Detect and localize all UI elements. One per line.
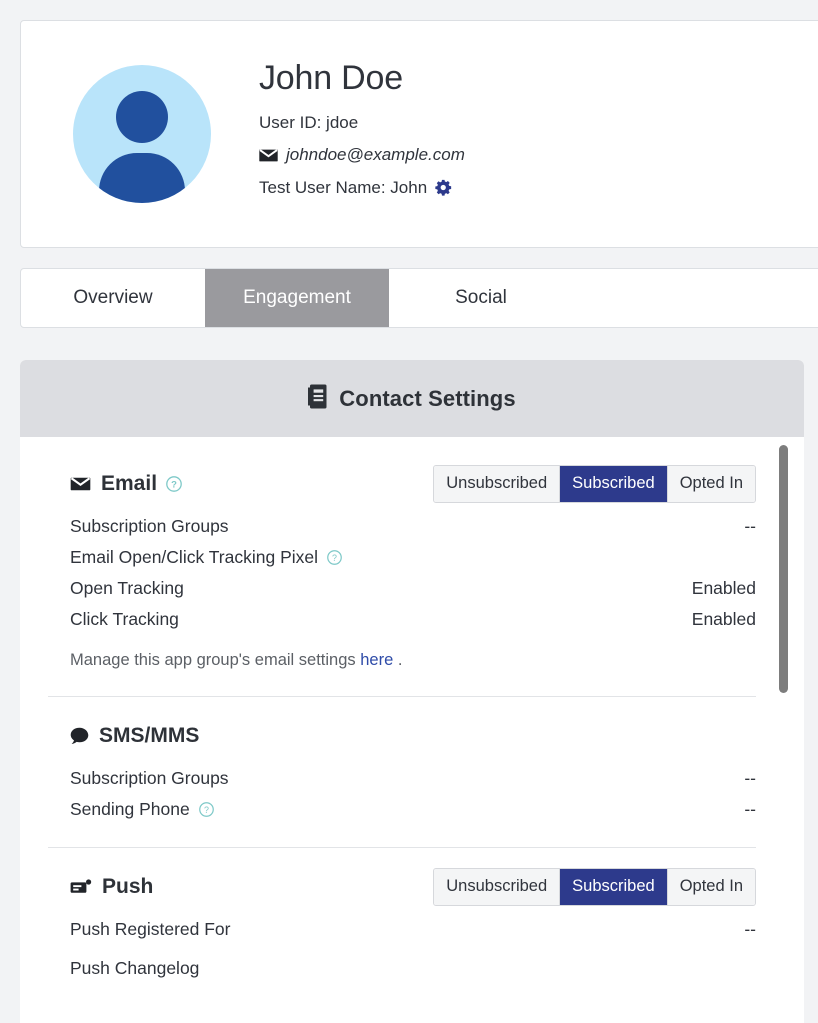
- tab-overview[interactable]: Overview: [21, 269, 205, 327]
- push-title-group: Push: [70, 875, 153, 899]
- push-seg-subscribed[interactable]: Subscribed: [560, 869, 668, 905]
- sms-subscription-groups-label: Subscription Groups: [70, 768, 229, 788]
- contact-settings-title: Contact Settings: [339, 385, 516, 411]
- email-subscription-groups-value: --: [744, 516, 756, 536]
- sms-section-header: SMS/MMS: [70, 717, 756, 755]
- push-notification-icon: [70, 879, 92, 895]
- click-tracking-label: Click Tracking: [70, 609, 179, 629]
- push-subscription-segmented-control: Unsubscribed Subscribed Opted In: [433, 868, 756, 906]
- tab-engagement[interactable]: Engagement: [205, 269, 389, 327]
- envelope-icon: [259, 148, 278, 163]
- user-email-line: johndoe@example.com: [259, 139, 465, 171]
- email-seg-opted-in[interactable]: Opted In: [667, 466, 755, 502]
- table-row: Click Tracking Enabled: [70, 604, 756, 635]
- push-section-header: Push Unsubscribed Subscribed Opted In: [70, 868, 756, 906]
- table-row: Push Registered For --: [70, 914, 756, 945]
- email-note-suffix: .: [393, 651, 403, 669]
- user-id-label: User ID: jdoe: [259, 112, 359, 132]
- user-email-value: johndoe@example.com: [286, 145, 465, 165]
- user-profile-card: John Doe User ID: jdoe johndoe@example.c…: [20, 20, 818, 248]
- sms-section-label: SMS/MMS: [99, 724, 200, 747]
- contact-settings-header: Contact Settings: [20, 360, 804, 437]
- sending-phone-value: --: [744, 799, 756, 819]
- svg-text:?: ?: [332, 553, 337, 563]
- email-note-prefix: Manage this app group's email settings: [70, 651, 361, 669]
- envelope-icon: [70, 476, 91, 492]
- sms-title-group: SMS/MMS: [70, 724, 199, 748]
- table-row: Subscription Groups --: [70, 511, 756, 542]
- table-row: Email Open/Click Tracking Pixel ?: [70, 542, 756, 573]
- sending-phone-label: Sending Phone: [70, 799, 190, 819]
- avatar-head: [116, 91, 168, 143]
- table-row: Subscription Groups --: [70, 763, 756, 794]
- table-row: Open Tracking Enabled: [70, 573, 756, 604]
- push-section-label: Push: [102, 875, 154, 898]
- avatar: [73, 65, 211, 203]
- avatar-body: [99, 153, 185, 203]
- tab-social[interactable]: Social: [389, 269, 573, 327]
- push-seg-opted-in[interactable]: Opted In: [667, 869, 755, 905]
- contact-settings-card: Contact Settings Email ? Unsubscribed Su…: [20, 360, 804, 1023]
- email-seg-unsubscribed[interactable]: Unsubscribed: [434, 466, 561, 502]
- profile-tabs: Overview Engagement Social: [20, 268, 818, 328]
- push-changelog-label: Push Changelog: [70, 958, 200, 978]
- section-push: Push Unsubscribed Subscribed Opted In Pu…: [48, 868, 756, 984]
- svg-text:?: ?: [204, 805, 209, 815]
- user-id-line: User ID: jdoe: [259, 107, 465, 139]
- help-circle-icon[interactable]: ?: [198, 802, 214, 817]
- table-row: Push Changelog: [70, 953, 756, 984]
- email-tracking-pixel-label-group: Email Open/Click Tracking Pixel ?: [70, 547, 342, 568]
- push-registered-for-label: Push Registered For: [70, 919, 231, 939]
- gear-icon[interactable]: [435, 179, 452, 196]
- address-book-icon: [308, 384, 327, 414]
- email-seg-subscribed[interactable]: Subscribed: [560, 466, 668, 502]
- divider: [48, 847, 756, 848]
- email-settings-link[interactable]: here: [360, 651, 393, 669]
- open-tracking-label: Open Tracking: [70, 578, 184, 598]
- email-title-group: Email ?: [70, 472, 182, 496]
- scrollbar-thumb[interactable]: [779, 445, 788, 693]
- svg-text:?: ?: [171, 480, 177, 491]
- help-circle-icon[interactable]: ?: [166, 476, 182, 492]
- click-tracking-value: Enabled: [691, 609, 756, 629]
- section-sms-mms: SMS/MMS Subscription Groups -- Sending P…: [48, 717, 756, 825]
- test-user-name-line: Test User Name: John: [259, 172, 465, 204]
- speech-bubble-icon: [70, 727, 89, 745]
- sms-subscription-groups-value: --: [744, 768, 756, 788]
- push-registered-for-value: --: [744, 919, 756, 939]
- table-row: Sending Phone ? --: [70, 794, 756, 825]
- section-email: Email ? Unsubscribed Subscribed Opted In: [48, 465, 756, 674]
- email-section-label: Email: [101, 472, 158, 495]
- email-settings-note: Manage this app group's email settings h…: [70, 635, 756, 674]
- push-seg-unsubscribed[interactable]: Unsubscribed: [434, 869, 561, 905]
- email-subscription-groups-label: Subscription Groups: [70, 516, 229, 536]
- contact-settings-body: Email ? Unsubscribed Subscribed Opted In: [20, 437, 804, 1023]
- help-circle-icon[interactable]: ?: [327, 550, 342, 565]
- email-section-header: Email ? Unsubscribed Subscribed Opted In: [70, 465, 756, 503]
- email-tracking-pixel-label: Email Open/Click Tracking Pixel: [70, 547, 318, 567]
- sending-phone-label-group: Sending Phone ?: [70, 799, 214, 820]
- profile-info: John Doe User ID: jdoe johndoe@example.c…: [259, 58, 465, 210]
- page-title: John Doe: [259, 59, 403, 98]
- email-subscription-segmented-control: Unsubscribed Subscribed Opted In: [433, 465, 756, 503]
- divider: [48, 696, 756, 697]
- vertical-scrollbar[interactable]: [779, 445, 788, 1015]
- page-root: John Doe User ID: jdoe johndoe@example.c…: [0, 0, 818, 1023]
- test-user-name-label: Test User Name: John: [259, 177, 428, 197]
- open-tracking-value: Enabled: [691, 578, 756, 598]
